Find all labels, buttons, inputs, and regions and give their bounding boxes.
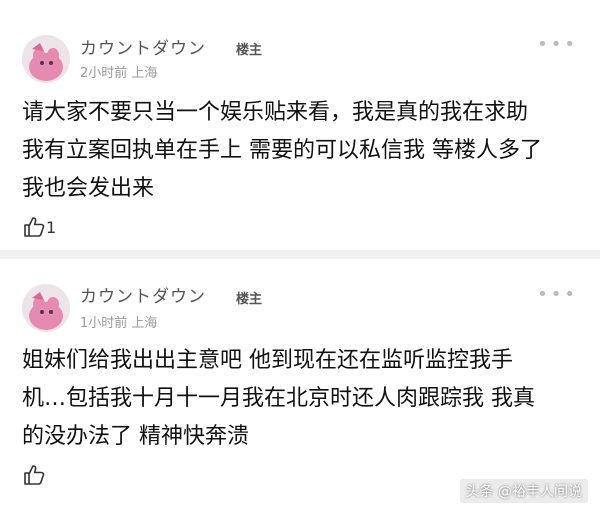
avatar-image [22, 284, 70, 332]
avatar-image [22, 35, 70, 83]
op-badge: 楼主 [236, 292, 263, 307]
post-location: 上海 [131, 316, 158, 331]
content-line: 我也会发出来 [22, 176, 155, 201]
post-time: 2小时前 [80, 66, 128, 81]
more-dots-icon[interactable]: ••• [537, 34, 578, 55]
like-button[interactable]: 1 [22, 215, 56, 239]
username[interactable]: カウントダウン [80, 34, 206, 59]
avatar[interactable] [22, 35, 70, 83]
content-line: 机…包括我十月十一月我在北京时还人肉跟踪我 我真 [22, 386, 535, 411]
avatar[interactable] [22, 284, 70, 332]
post-time: 1小时前 [80, 316, 128, 331]
post-meta: 1小时前 上海 [80, 312, 157, 331]
post-2: カウントダウン 楼主 1小时前 上海 ••• 姐妹们给我出出主意吧 他到现在还在… [0, 258, 600, 513]
op-badge: 楼主 [236, 43, 263, 58]
post-content: 姐妹们给我出出主意吧 他到现在还在监听监控我手 机…包括我十月十一月我在北京时还… [22, 342, 582, 456]
like-count: 1 [46, 217, 57, 237]
content-line: 姐妹们给我出出主意吧 他到现在还在监听监控我手 [22, 348, 513, 373]
thumb-up-icon [24, 217, 45, 237]
content-line: 请大家不要只当一个娱乐贴来看，我是真的我在求助 [22, 100, 529, 125]
post-meta: 2小时前 上海 [80, 62, 157, 81]
watermark: 头条 @裕丰人间说 [459, 479, 588, 503]
post-content: 请大家不要只当一个娱乐贴来看，我是真的我在求助 我有立案回执单在手上 需要的可以… [22, 94, 582, 208]
like-button[interactable] [22, 463, 46, 487]
post-location: 上海 [131, 66, 158, 81]
content-line: 的没办法了 精神快奔溃 [22, 424, 249, 449]
thumb-up-icon [24, 465, 45, 485]
more-dots-icon[interactable]: ••• [537, 284, 578, 305]
username[interactable]: カウントダウン [80, 282, 206, 307]
content-line: 我有立案回执单在手上 需要的可以私信我 等楼人多了 [22, 138, 542, 163]
post-1: カウントダウン 楼主 2小时前 上海 ••• 请大家不要只当一个娱乐贴来看，我是… [0, 0, 600, 252]
